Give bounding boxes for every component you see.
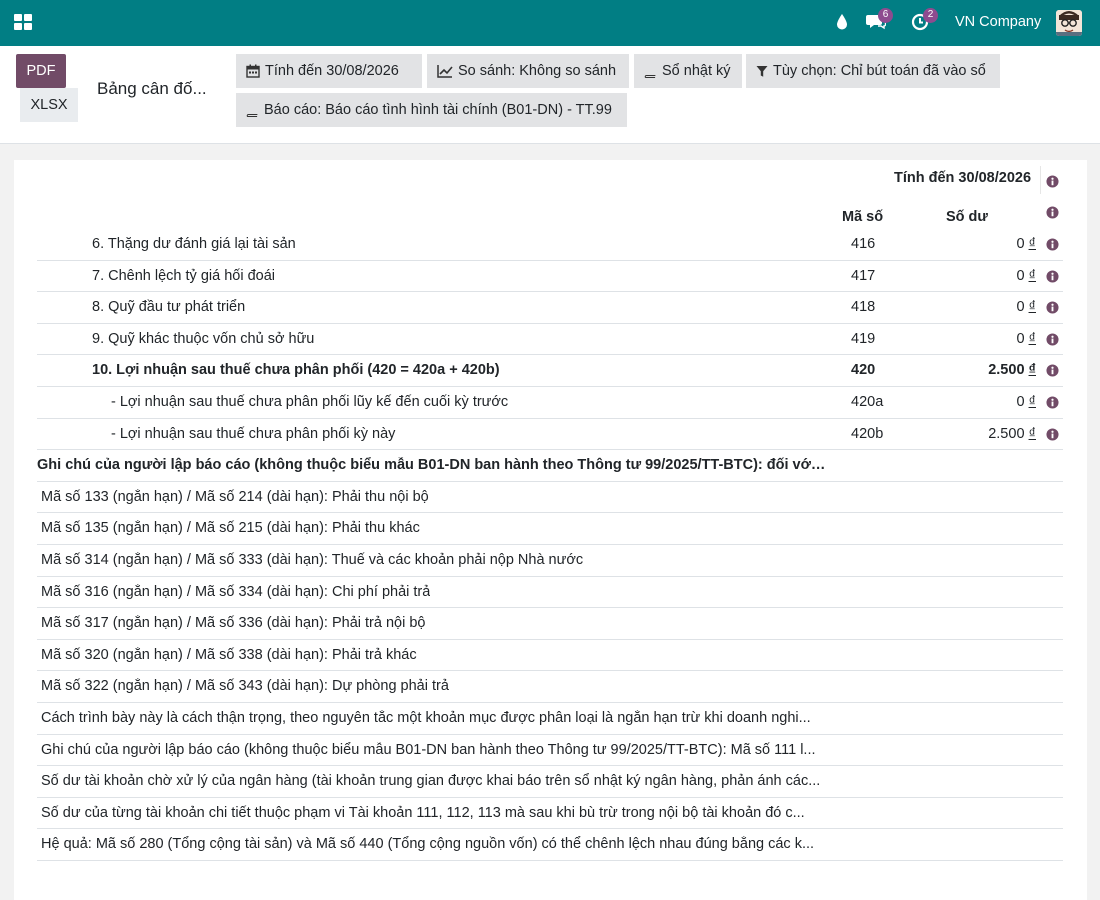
report-title: Bảng cân đố... (97, 79, 207, 98)
row-code: 420 (851, 362, 876, 379)
info-icon[interactable] (1046, 333, 1059, 346)
control-panel: PDF XLSX Bảng cân đố... Tính đến 30/08/2… (0, 46, 1100, 144)
note-text: Cách trình bày này là cách thận trọng, t… (41, 710, 811, 726)
table-row[interactable]: 6. Thặng dư đánh giá lại tài sản 416 0 ₫ (37, 229, 1063, 261)
user-avatar[interactable] (1056, 10, 1082, 36)
date-filter-button[interactable]: Tính đến 30/08/2026 (236, 54, 422, 88)
note-row[interactable]: Cách trình bày này là cách thận trọng, t… (37, 703, 1063, 735)
note-text: Mã số 133 (ngắn hạn) / Mã số 214 (dài hạ… (41, 488, 429, 505)
note-text: Mã số 322 (ngắn hạn) / Mã số 343 (dài hạ… (41, 678, 449, 695)
table-row-total[interactable]: 10. Lợi nhuận sau thuế chưa phân phối (4… (37, 355, 1063, 387)
note-row[interactable]: Mã số 322 (ngắn hạn) / Mã số 343 (dài hạ… (37, 671, 1063, 703)
row-label: - Lợi nhuận sau thuế chưa phân phối kỳ n… (111, 425, 396, 442)
row-code: 420b (851, 425, 884, 442)
chat-badge: 6 (878, 8, 893, 23)
row-label: 9. Quỹ khác thuộc vốn chủ sở hữu (92, 330, 315, 347)
note-text: Mã số 314 (ngắn hạn) / Mã số 333 (dài hạ… (41, 552, 584, 568)
note-row[interactable]: Hệ quả: Mã số 280 (Tổng cộng tài sản) và… (37, 829, 1063, 861)
info-icon[interactable] (1046, 206, 1059, 219)
table-row[interactable]: 7. Chênh lệch tỷ giá hối đoái 417 0 ₫ (37, 261, 1063, 293)
report-variant-button[interactable]: Báo cáo: Báo cáo tình hình tài chính (B0… (236, 93, 627, 127)
row-code: 418 (851, 299, 876, 316)
row-label: 7. Chênh lệch tỷ giá hối đoái (92, 267, 275, 284)
journals-filter-label: Sổ nhật ký (662, 63, 731, 79)
row-balance: 2.500 ₫ (988, 362, 1036, 379)
note-text: Số dư của từng tài khoản chi tiết thuộc … (41, 804, 805, 821)
compare-filter-label: So sánh: Không so sánh (458, 63, 617, 79)
note-row[interactable]: Mã số 320 (ngắn hạn) / Mã số 338 (dài hạ… (37, 640, 1063, 672)
note-row[interactable]: Mã số 135 (ngắn hạn) / Mã số 215 (dài hạ… (37, 513, 1063, 545)
note-text: Hệ quả: Mã số 280 (Tổng cộng tài sản) và… (41, 836, 815, 853)
note-row[interactable]: Số dư của từng tài khoản chi tiết thuộc … (37, 798, 1063, 830)
line-chart-icon (437, 65, 453, 78)
top-navbar: 6 2 VN Company (0, 0, 1100, 46)
options-filter-button[interactable]: Tùy chọn: Chỉ bút toán đã vào sổ (746, 54, 1000, 88)
table-row[interactable]: 8. Quỹ đầu tư phát triển 418 0 ₫ (37, 292, 1063, 324)
column-header-date: Tính đến 30/08/2026 (894, 170, 1032, 186)
book-icon (644, 65, 657, 78)
note-text: Mã số 135 (ngắn hạn) / Mã số 215 (dài hạ… (41, 520, 420, 537)
date-filter-label: Tính đến 30/08/2026 (265, 63, 399, 79)
note-text: Ghi chú của người lập báo cáo (không thu… (41, 741, 816, 758)
options-filter-label: Tùy chọn: Chỉ bút toán đã vào sổ (773, 63, 986, 79)
row-label: 8. Quỹ đầu tư phát triển (92, 299, 246, 316)
row-code: 417 (851, 267, 876, 284)
activity-clock-icon[interactable]: 2 (911, 8, 938, 34)
note-row[interactable]: Mã số 314 (ngắn hạn) / Mã số 333 (dài hạ… (37, 545, 1063, 577)
info-icon[interactable] (1046, 396, 1059, 409)
note-text: Số dư tài khoản chờ xử lý của ngân hàng … (41, 773, 821, 790)
row-balance: 0 ₫ (1016, 394, 1036, 410)
report-variant-label: Báo cáo: Báo cáo tình hình tài chính (B0… (264, 102, 612, 118)
row-balance: 0 ₫ (1016, 236, 1036, 252)
report-sheet: Tính đến 30/08/2026 Mã số Số dư 6. Thặng… (14, 160, 1087, 900)
row-label: 6. Thặng dư đánh giá lại tài sản (92, 236, 296, 252)
note-row[interactable]: Ghi chú của người lập báo cáo (không thu… (37, 735, 1063, 767)
water-drop-icon[interactable] (836, 13, 848, 35)
info-icon[interactable] (1046, 175, 1059, 188)
column-header-code: Mã số (842, 209, 884, 225)
note-text: Mã số 320 (ngắn hạn) / Mã số 338 (dài hạ… (41, 646, 417, 663)
note-row[interactable]: Mã số 317 (ngắn hạn) / Mã số 336 (dài hạ… (37, 608, 1063, 640)
pdf-export-button[interactable]: PDF (16, 54, 66, 88)
book-icon (246, 104, 259, 117)
note-text: Mã số 317 (ngắn hạn) / Mã số 336 (dài hạ… (41, 615, 426, 632)
table-row[interactable]: - Lợi nhuận sau thuế chưa phân phối lũy … (37, 387, 1063, 419)
row-code: 416 (851, 236, 876, 252)
note-row[interactable]: Số dư tài khoản chờ xử lý của ngân hàng … (37, 766, 1063, 798)
table-row[interactable]: - Lợi nhuận sau thuế chưa phân phối kỳ n… (37, 419, 1063, 451)
row-balance: 0 ₫ (1016, 299, 1036, 316)
journals-filter-button[interactable]: Sổ nhật ký (634, 54, 742, 88)
notes-heading: Ghi chú của người lập báo cáo (không thu… (37, 457, 827, 474)
activity-badge: 2 (923, 8, 938, 23)
notes-heading-row[interactable]: Ghi chú của người lập báo cáo (không thu… (37, 450, 1063, 482)
apps-menu-icon[interactable] (14, 14, 32, 32)
note-row[interactable]: Mã số 133 (ngắn hạn) / Mã số 214 (dài hạ… (37, 482, 1063, 514)
info-icon[interactable] (1046, 270, 1059, 283)
table-row[interactable]: 9. Quỹ khác thuộc vốn chủ sở hữu 419 0 ₫ (37, 324, 1063, 356)
xlsx-export-button[interactable]: XLSX (20, 88, 78, 122)
column-header-balance: Số dư (946, 209, 988, 225)
calendar-icon (246, 64, 260, 78)
row-balance: 0 ₫ (1016, 330, 1036, 347)
info-icon[interactable] (1046, 238, 1059, 251)
company-switcher[interactable]: VN Company (955, 14, 1041, 30)
row-label: 10. Lợi nhuận sau thuế chưa phân phối (4… (92, 362, 500, 379)
row-code: 419 (851, 330, 876, 347)
row-balance: 2.500 ₫ (988, 425, 1036, 442)
compare-filter-button[interactable]: So sánh: Không so sánh (427, 54, 629, 88)
info-icon[interactable] (1046, 428, 1059, 441)
header-divider (1040, 166, 1041, 194)
info-icon[interactable] (1046, 301, 1059, 314)
row-balance: 0 ₫ (1016, 267, 1036, 284)
note-text: Mã số 316 (ngắn hạn) / Mã số 334 (dài hạ… (41, 583, 431, 600)
filter-funnel-icon (756, 65, 768, 77)
info-icon[interactable] (1046, 364, 1059, 377)
row-label: - Lợi nhuận sau thuế chưa phân phối lũy … (111, 394, 509, 410)
note-row[interactable]: Mã số 316 (ngắn hạn) / Mã số 334 (dài hạ… (37, 577, 1063, 609)
chat-icon[interactable]: 6 (866, 8, 893, 34)
row-code: 420a (851, 394, 884, 410)
